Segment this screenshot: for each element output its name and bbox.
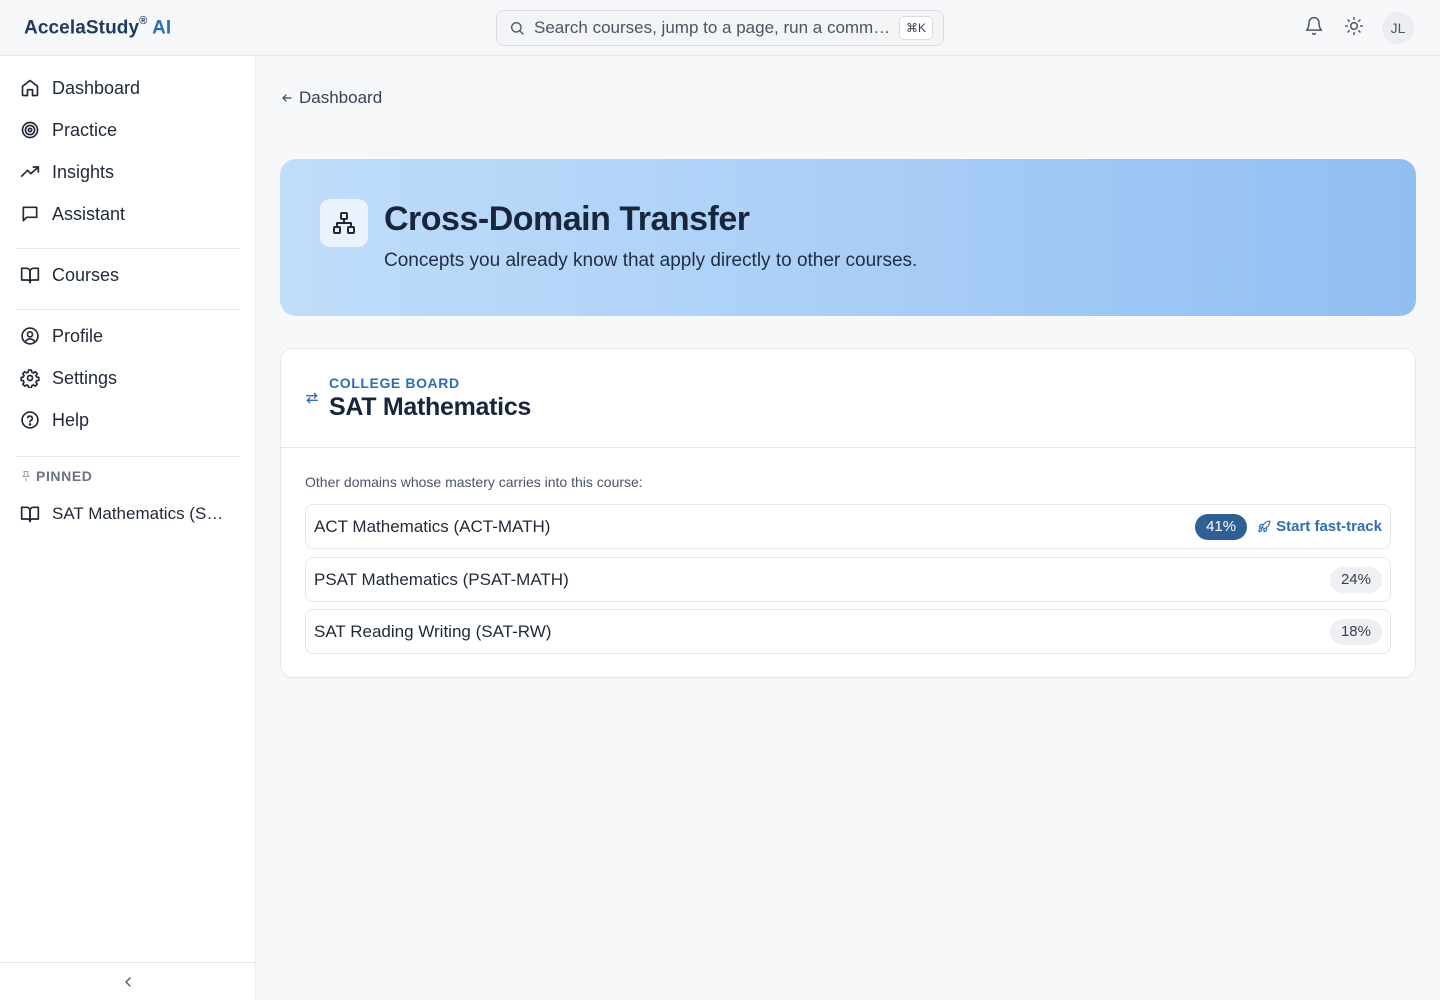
sidebar-item-insights[interactable]: Insights — [16, 152, 240, 192]
sidebar-item-label: Dashboard — [52, 77, 141, 98]
help-circle-icon — [20, 410, 40, 430]
pinned-heading-label: PINNED — [36, 468, 93, 484]
sidebar-item-label: Settings — [52, 367, 118, 388]
pin-icon — [20, 470, 32, 482]
sidebar-item-label: Profile — [52, 325, 104, 346]
sidebar-divider — [16, 248, 240, 249]
message-icon — [20, 204, 40, 224]
home-icon — [20, 78, 40, 98]
domain-name: PSAT Mathematics (PSAT-MATH) — [314, 569, 569, 589]
swap-icon — [305, 390, 319, 406]
sidebar-item-help[interactable]: Help — [16, 400, 240, 440]
transfer-percent-badge: 41% — [1195, 513, 1248, 540]
domain-name: SAT Reading Writing (SAT-RW) — [314, 621, 552, 641]
start-fast-track-button[interactable]: Start fast-track — [1257, 518, 1382, 535]
sidebar-item-label: Assistant — [52, 203, 126, 224]
transfer-percent-badge: 18% — [1329, 618, 1382, 645]
top-bar: AccelaStudy® AI Search courses, jump to … — [0, 0, 1440, 56]
start-fast-track-label: Start fast-track — [1276, 518, 1382, 535]
user-circle-icon — [20, 326, 40, 346]
pinned-item-label: SAT Mathematics (SAT-MATH) — [52, 504, 232, 523]
sidebar-item-settings[interactable]: Settings — [16, 358, 240, 398]
avatar[interactable]: JL — [1382, 12, 1414, 44]
sidebar-item-courses[interactable]: Courses — [16, 255, 240, 295]
domains-intro: Other domains whose mastery carries into… — [305, 474, 643, 490]
arrow-left-icon — [281, 92, 293, 104]
transfer-percent-badge: 24% — [1329, 566, 1382, 593]
sidebar-item-label: Practice — [52, 119, 118, 140]
sidebar-divider — [16, 309, 240, 310]
page-subtitle: Concepts you already know that apply dir… — [384, 250, 918, 271]
sidebar-item-label: Help — [52, 409, 90, 430]
card-header: COLLEGE BOARD SAT Mathematics — [281, 349, 1415, 448]
book-icon — [20, 504, 40, 524]
back-link-label: Dashboard — [299, 88, 383, 107]
pinned-item-sat-math[interactable]: SAT Mathematics (SAT-MATH) — [16, 494, 240, 534]
course-transfer-card: COLLEGE BOARD SAT Mathematics Other doma… — [280, 348, 1416, 678]
brand-registered: ® — [139, 15, 148, 27]
brand-suffix: AI — [152, 17, 172, 39]
course-title: SAT Mathematics — [329, 393, 532, 421]
domain-row[interactable]: SAT Reading Writing (SAT-RW) 18% — [305, 609, 1391, 654]
rocket-icon — [1257, 520, 1271, 534]
sidebar-item-label: Courses — [52, 264, 120, 285]
bell-icon[interactable] — [1304, 16, 1324, 36]
sidebar-item-dashboard[interactable]: Dashboard — [16, 68, 240, 108]
domain-row[interactable]: PSAT Mathematics (PSAT-MATH) 24% — [305, 557, 1391, 602]
search-placeholder: Search courses, jump to a page, run a co… — [534, 18, 891, 37]
brand-name: AccelaStudy — [24, 17, 140, 39]
domain-row[interactable]: ACT Mathematics (ACT-MATH) 41% Start fas… — [305, 504, 1391, 549]
sidebar: Dashboard Practice Insights Assistant Co… — [0, 56, 256, 1000]
book-icon — [20, 265, 40, 285]
chevron-left-icon — [120, 974, 136, 990]
sun-icon[interactable] — [1344, 16, 1364, 36]
domain-name: ACT Mathematics (ACT-MATH) — [314, 516, 551, 536]
sidebar-item-assistant[interactable]: Assistant — [16, 194, 240, 234]
trending-up-icon — [20, 162, 40, 182]
page-hero: Cross-Domain Transfer Concepts you alrea… — [280, 159, 1416, 316]
sidebar-item-profile[interactable]: Profile — [16, 316, 240, 356]
brand-logo[interactable]: AccelaStudy® AI — [24, 15, 172, 39]
sidebar-divider — [16, 456, 240, 457]
command-search[interactable]: Search courses, jump to a page, run a co… — [496, 10, 944, 46]
network-icon — [320, 199, 368, 247]
search-icon — [509, 20, 525, 36]
pinned-heading: PINNED — [20, 468, 93, 484]
gear-icon — [20, 368, 40, 388]
sidebar-item-label: Insights — [52, 161, 115, 182]
collapse-sidebar-button[interactable] — [0, 962, 256, 1000]
back-link[interactable]: Dashboard — [281, 88, 382, 108]
course-provider: COLLEGE BOARD — [329, 375, 460, 391]
target-icon — [20, 120, 40, 140]
sidebar-item-practice[interactable]: Practice — [16, 110, 240, 150]
search-shortcut: ⌘K — [898, 16, 933, 40]
page-title: Cross-Domain Transfer — [384, 200, 750, 238]
